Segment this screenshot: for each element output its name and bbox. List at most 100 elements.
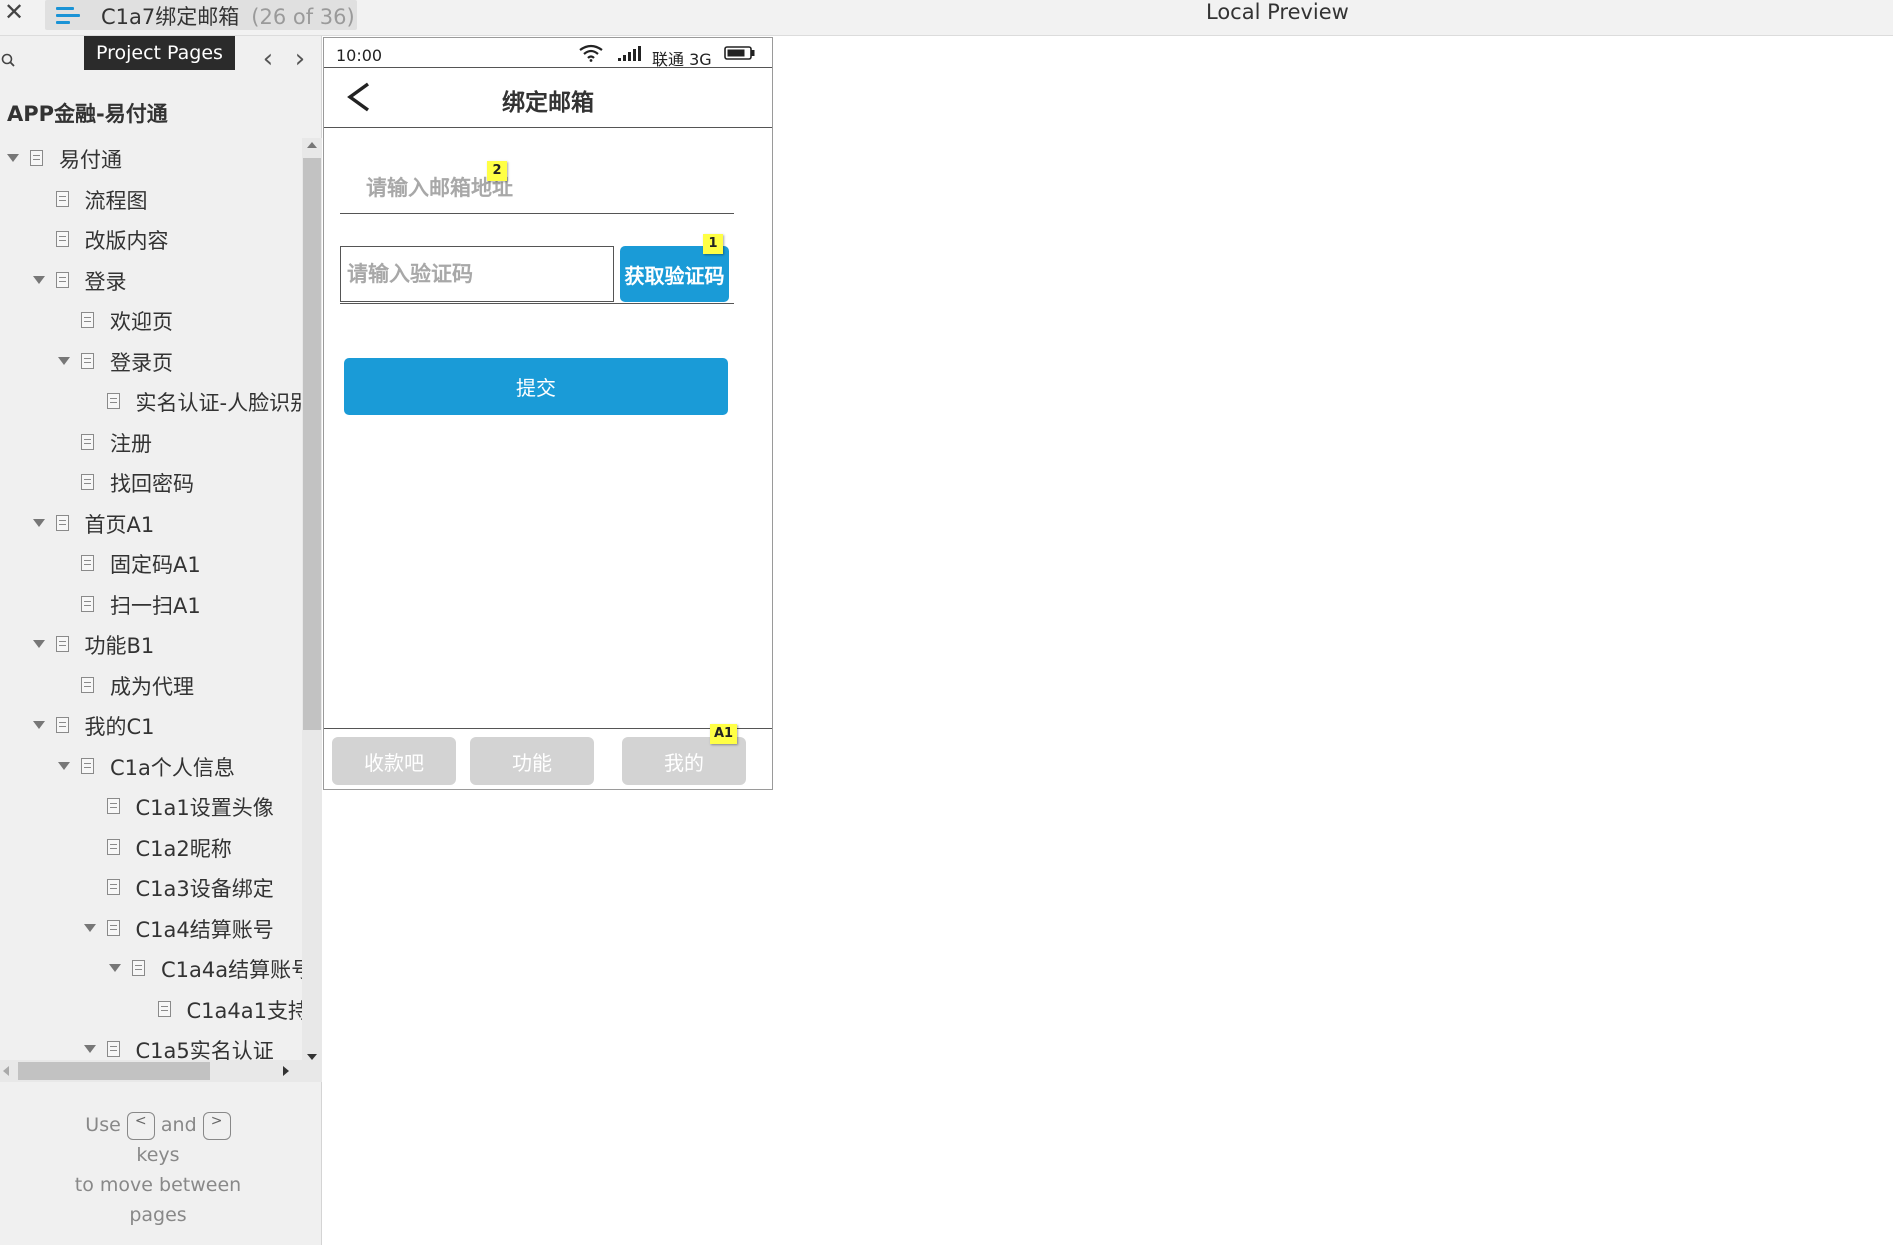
tree-item-label: 易付通 [59,148,122,172]
tree-item[interactable]: C1a4结算账号 [0,908,302,948]
tree-item[interactable]: 固定码A1 [0,543,302,583]
verification-code-input[interactable] [340,246,614,302]
battery-icon [724,46,755,60]
tree-item[interactable]: 实名认证-人脸识别 [0,381,302,421]
page-document-icon [81,595,94,612]
page-document-icon [81,757,94,774]
page-document-icon [132,960,145,976]
expand-caret-icon[interactable] [109,964,121,972]
page-document-icon [55,190,69,207]
page-document-icon [106,798,120,814]
tree-item[interactable]: C1a4a结算账号 [0,948,302,988]
tree-item[interactable]: C1a1设置头像 [0,786,302,826]
tree-item-label: 找回密码 [110,472,194,496]
help-line-2: keys [136,1144,180,1166]
get-code-button[interactable]: 获取验证码 [620,246,729,302]
page-document-icon [81,555,94,571]
email-input[interactable] [340,162,734,214]
annotation-badge: 1 [703,234,723,254]
tree-item[interactable]: 流程图 [0,179,302,219]
wifi-icon [579,44,603,62]
tab-functions[interactable]: 功能 [470,737,594,785]
page-document-icon [81,676,94,693]
tree-item-label: 扫一扫A1 [110,593,201,618]
expand-caret-icon[interactable] [58,761,70,770]
expand-caret-icon[interactable] [58,356,70,365]
tree-item-label: C1a3设备绑定 [135,877,274,901]
tree-item[interactable]: C1a5实名认证 [0,1029,302,1060]
vertical-scroll-thumb[interactable] [303,158,321,730]
prev-key-icon: < [126,1111,155,1140]
tree-item[interactable]: C1a3设备绑定 [0,867,302,907]
project-pages-sidebar: Project Pages ‹ › APP金融-易付通 易付通 流程图 改版内容 登录… [0,36,322,1245]
next-page-chevron-icon[interactable]: › [289,46,311,72]
page-document-icon [106,1041,120,1057]
page-document-icon [30,150,43,166]
expand-caret-icon[interactable] [32,640,45,648]
tree-item[interactable]: 首页A1 [0,503,302,543]
page-document-icon [106,838,120,855]
scroll-up-arrow-icon[interactable] [307,142,317,148]
tree-item[interactable]: 注册 [0,422,302,462]
scroll-right-arrow-icon[interactable] [283,1066,289,1076]
close-icon[interactable]: ✕ [4,0,24,27]
expand-caret-icon[interactable] [32,518,45,527]
help-and: and [160,1114,197,1136]
status-bar: 10:00 联通 3G [324,38,772,69]
page-document-icon [55,231,69,247]
tree-item-label: C1a个人信息 [110,755,235,780]
tree-item[interactable]: 改版内容 [0,219,302,259]
tree-item[interactable]: 我的C1 [0,705,302,745]
tree-item[interactable]: 扫一扫A1 [0,584,302,624]
current-page-title: C1a7绑定邮箱 (26 of 36) [101,1,355,31]
project-pages-tooltip: Project Pages [84,36,235,70]
annotation-badge: A1 [710,724,738,744]
keyboard-help: Use < and > keys to move between pages [0,1110,316,1230]
tree-item-label: 成为代理 [110,674,194,699]
page-document-icon [81,474,94,490]
tab-collect[interactable]: 收款吧 [332,737,456,785]
tree-item-label: 功能B1 [84,634,155,658]
help-line-4: pages [129,1204,187,1226]
search-icon[interactable] [0,52,18,70]
tree-item[interactable]: 功能B1 [0,624,302,664]
page-title: 绑定邮箱 [502,90,594,116]
tree-item-label: 登录页 [110,350,173,375]
tree-item-label: C1a4a1支持 [186,998,303,1023]
page-selector[interactable]: C1a7绑定邮箱 (26 of 36) [45,0,357,30]
hamburger-menu-icon[interactable] [56,7,80,25]
tab-bar: 收款吧 功能 我的 [324,728,772,789]
expand-caret-icon[interactable] [7,154,19,162]
page-document-icon [81,352,94,369]
prev-page-chevron-icon[interactable]: ‹ [257,46,279,72]
tree-item[interactable]: 成为代理 [0,665,302,705]
local-preview-label: Local Preview [1206,0,1349,24]
tree-item-label: 欢迎页 [110,310,173,334]
tree-item[interactable]: C1a4a1支持 [0,989,302,1029]
tree-item[interactable]: 易付通 [0,138,302,178]
phone-preview: 10:00 联通 3G 绑定邮箱 2 获取验证码 1 [323,37,773,790]
scroll-left-arrow-icon[interactable] [3,1066,9,1076]
tree-item[interactable]: 登录页 [0,341,302,381]
tree-item-label: 固定码A1 [110,553,201,577]
tree-item[interactable]: 找回密码 [0,462,302,502]
page-document-icon [55,717,69,733]
expand-caret-icon[interactable] [83,923,96,932]
tree-item[interactable]: 欢迎页 [0,300,302,340]
horizontal-scroll-thumb[interactable] [18,1062,210,1080]
expand-caret-icon[interactable] [32,721,45,729]
expand-caret-icon[interactable] [83,1045,96,1053]
tree-item-label: 实名认证-人脸识别 [135,391,303,415]
tab-mine[interactable]: 我的 [622,737,746,785]
tree-item[interactable]: C1a2昵称 [0,827,302,867]
tree-item-label: C1a4a结算账号 [161,958,302,982]
tree-item[interactable]: C1a个人信息 [0,746,302,786]
page-count: (26 of 36) [251,5,355,29]
page-document-icon [55,514,69,531]
vertical-scrollbar[interactable] [302,138,322,1060]
tree-item-label: 注册 [110,431,152,456]
tree-item[interactable]: 登录 [0,260,302,300]
expand-caret-icon[interactable] [32,275,45,284]
horizontal-scrollbar[interactable] [0,1060,322,1082]
submit-button[interactable]: 提交 [344,358,728,415]
